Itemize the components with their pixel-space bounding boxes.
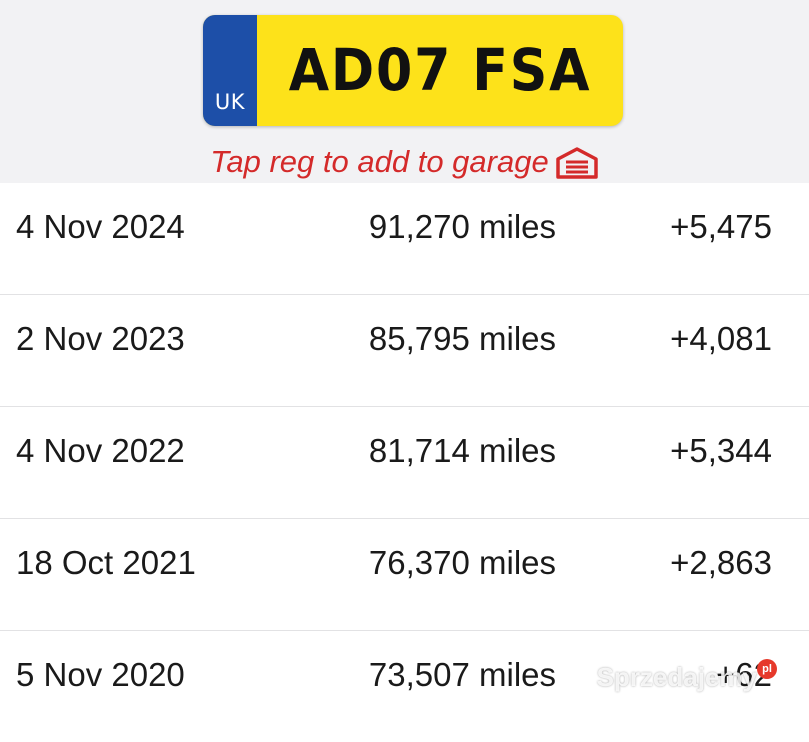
mot-date: 4 Nov 2024: [16, 208, 185, 245]
mileage-row: 2 Nov 2023 85,795 miles +4,081: [0, 295, 809, 407]
mileage-row: 4 Nov 2022 81,714 miles +5,344: [0, 407, 809, 519]
mileage-row: 4 Nov 2024 91,270 miles +5,475: [0, 183, 809, 295]
odometer-reading: 73,507 miles: [368, 656, 556, 693]
watermark: Sprzedajemy pl: [597, 659, 777, 693]
add-to-garage-hint[interactable]: Tap reg to add to garage: [0, 140, 809, 184]
mileage-change: +5,344: [670, 432, 772, 469]
odometer-reading: 76,370 miles: [368, 544, 556, 581]
mot-date: 4 Nov 2022: [16, 432, 185, 469]
mileage-change: +5,475: [670, 208, 772, 245]
plate-registration: AD07 FSA: [288, 36, 592, 104]
watermark-badge: pl: [757, 659, 777, 679]
registration-plate[interactable]: UK AD07 FSA: [203, 15, 623, 126]
mot-date: 5 Nov 2020: [16, 656, 185, 693]
mot-date: 18 Oct 2021: [16, 544, 196, 581]
garage-icon: [555, 147, 598, 179]
mileage-row: 18 Oct 2021 76,370 miles +2,863: [0, 519, 809, 631]
plate-country-band: UK: [203, 15, 257, 126]
odometer-reading: 85,795 miles: [368, 320, 556, 357]
watermark-text: Sprzedajemy: [596, 662, 757, 692]
odometer-reading: 81,714 miles: [368, 432, 556, 469]
mot-date: 2 Nov 2023: [16, 320, 185, 357]
plate-country-code: UK: [214, 90, 246, 114]
vehicle-header: UK AD07 FSA Tap reg to add to garage: [0, 0, 809, 183]
mileage-change: +4,081: [670, 320, 772, 357]
odometer-reading: 91,270 miles: [368, 208, 556, 245]
mileage-change: +2,863: [670, 544, 772, 581]
add-to-garage-text: Tap reg to add to garage: [210, 144, 549, 179]
